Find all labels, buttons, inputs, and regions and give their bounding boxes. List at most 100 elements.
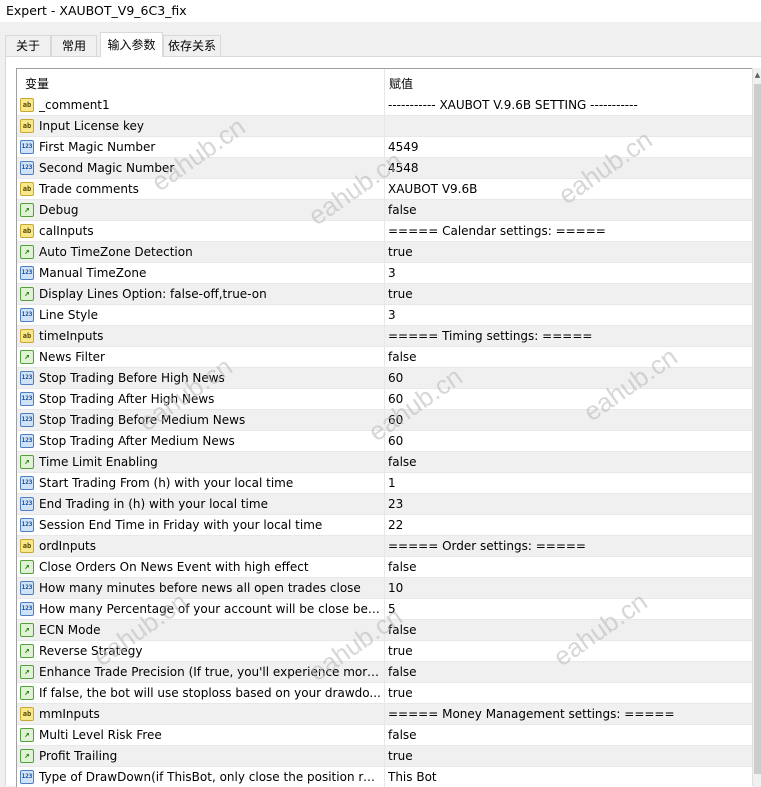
variable-name: Line Style (39, 308, 98, 322)
table-row[interactable]: 123 Stop Trading Before High News 60 (17, 368, 753, 389)
scroll-thumb[interactable] (754, 84, 761, 774)
table-row[interactable]: ↗ Multi Level Risk Free false (17, 725, 753, 746)
cell-divider (384, 137, 385, 158)
table-row[interactable]: ↗ Enhance Trade Precision (If true, you'l… (17, 662, 753, 683)
variable-value[interactable]: false (388, 203, 748, 217)
table-row[interactable]: 123 End Trading in (h) with your local ti… (17, 494, 753, 515)
variable-value[interactable]: 4549 (388, 140, 748, 154)
variable-value[interactable]: ----------- XAUBOT V.9.6B SETTING ------… (388, 98, 748, 112)
table-row[interactable]: ab _comment1 ----------- XAUBOT V.9.6B SET… (17, 95, 753, 116)
variable-name: ordInputs (39, 539, 97, 553)
table-row[interactable]: ↗ ECN Mode false (17, 620, 753, 641)
column-divider[interactable] (384, 69, 385, 95)
table-row[interactable]: ↗ If false, the bot will use stoploss bas… (17, 683, 753, 704)
variable-value[interactable]: 60 (388, 413, 748, 427)
variable-value[interactable]: 5 (388, 602, 748, 616)
variable-value[interactable]: 4548 (388, 161, 748, 175)
variable-value[interactable]: 60 (388, 434, 748, 448)
cell-divider (384, 704, 385, 725)
cell-divider (384, 95, 385, 116)
variable-value[interactable]: true (388, 686, 748, 700)
variable-name: First Magic Number (39, 140, 156, 154)
tab-bar: 关于 常用 输入参数 依存关系 (0, 32, 761, 57)
table-row[interactable]: ↗ Display Lines Option: false-off,true-on… (17, 284, 753, 305)
variable-value[interactable]: XAUBOT V9.6B (388, 182, 748, 196)
window-titlebar: Expert - XAUBOT_V9_6C3_fix (0, 0, 761, 22)
variable-value[interactable]: 60 (388, 392, 748, 406)
bool-type-icon: ↗ (20, 665, 34, 679)
table-row[interactable]: 123 Type of DrawDown(if ThisBot, only clo… (17, 767, 753, 787)
variable-value[interactable]: 10 (388, 581, 748, 595)
table-row[interactable]: ab Input License key (17, 116, 753, 137)
table-row[interactable]: 123 Stop Trading Before Medium News 60 (17, 410, 753, 431)
table-row[interactable]: ↗ Auto TimeZone Detection true (17, 242, 753, 263)
table-row[interactable]: 123 Stop Trading After Medium News 60 (17, 431, 753, 452)
vertical-scrollbar[interactable]: ▲ (752, 68, 761, 786)
variable-value[interactable]: This Bot (388, 770, 748, 784)
variable-value[interactable]: false (388, 665, 748, 679)
variable-value[interactable]: 60 (388, 371, 748, 385)
string-type-icon: ab (20, 329, 34, 343)
table-row[interactable]: ab Trade comments XAUBOT V9.6B (17, 179, 753, 200)
table-row[interactable]: ↗ Debug false (17, 200, 753, 221)
table-row[interactable]: 123 Line Style 3 (17, 305, 753, 326)
variable-value[interactable]: false (388, 350, 748, 364)
table-row[interactable]: 123 Session End Time in Friday with your … (17, 515, 753, 536)
table-row[interactable]: ab timeInputs ===== Timing settings: ===== (17, 326, 753, 347)
variable-value[interactable]: ===== Timing settings: ===== (388, 329, 748, 343)
variable-value[interactable]: false (388, 623, 748, 637)
table-row[interactable]: 123 Start Trading From (h) with your loca… (17, 473, 753, 494)
variable-value[interactable]: ===== Calendar settings: ===== (388, 224, 748, 238)
variable-value[interactable]: true (388, 749, 748, 763)
table-row[interactable]: ab calInputs ===== Calendar settings: ====… (17, 221, 753, 242)
variable-name: Stop Trading Before Medium News (39, 413, 246, 427)
cell-divider (384, 284, 385, 305)
variable-value[interactable]: 3 (388, 266, 748, 280)
number-type-icon: 123 (20, 140, 34, 154)
table-row[interactable]: ab ordInputs ===== Order settings: ===== (17, 536, 753, 557)
cell-divider (384, 494, 385, 515)
tab-inputs[interactable]: 输入参数 (100, 32, 163, 57)
table-row[interactable]: 123 Stop Trading After High News 60 (17, 389, 753, 410)
variable-value[interactable]: true (388, 287, 748, 301)
column-header-value[interactable]: 赋值 (389, 75, 413, 92)
variable-name: Debug (39, 203, 79, 217)
variable-name: ECN Mode (39, 623, 101, 637)
number-type-icon: 123 (20, 476, 34, 490)
table-row[interactable]: ↗ News Filter false (17, 347, 753, 368)
table-row[interactable]: 123 Manual TimeZone 3 (17, 263, 753, 284)
table-row[interactable]: ↗ Time Limit Enabling false (17, 452, 753, 473)
variable-value[interactable]: 22 (388, 518, 748, 532)
variable-value[interactable]: ===== Order settings: ===== (388, 539, 748, 553)
tab-dependencies[interactable]: 依存关系 (163, 35, 221, 56)
variable-value[interactable]: true (388, 644, 748, 658)
variable-value[interactable]: false (388, 728, 748, 742)
scroll-up-arrow-icon[interactable]: ▲ (753, 68, 761, 82)
column-header-variable[interactable]: 变量 (25, 75, 49, 92)
number-type-icon: 123 (20, 371, 34, 385)
bool-type-icon: ↗ (20, 203, 34, 217)
variable-name: Enhance Trade Precision (If true, you'll… (39, 665, 381, 679)
variable-value[interactable]: false (388, 455, 748, 469)
variable-name: Auto TimeZone Detection (39, 245, 193, 259)
variable-name: How many minutes before news all open tr… (39, 581, 361, 595)
table-row[interactable]: ab mmInputs ===== Money Management setting… (17, 704, 753, 725)
string-type-icon: ab (20, 119, 34, 133)
table-row[interactable]: 123 How many Percentage of your account w… (17, 599, 753, 620)
table-row[interactable]: ↗ Profit Trailing true (17, 746, 753, 767)
tab-common[interactable]: 常用 (51, 35, 97, 56)
variable-value[interactable]: 23 (388, 497, 748, 511)
table-row[interactable]: 123 How many minutes before news all open… (17, 578, 753, 599)
number-type-icon: 123 (20, 392, 34, 406)
variable-value[interactable]: 1 (388, 476, 748, 490)
variable-value[interactable]: true (388, 245, 748, 259)
variable-value[interactable]: 3 (388, 308, 748, 322)
table-row[interactable]: ↗ Reverse Strategy true (17, 641, 753, 662)
table-row[interactable]: 123 Second Magic Number 4548 (17, 158, 753, 179)
variable-value[interactable]: false (388, 560, 748, 574)
table-row[interactable]: ↗ Close Orders On News Event with high ef… (17, 557, 753, 578)
cell-divider (384, 536, 385, 557)
tab-about[interactable]: 关于 (5, 35, 51, 56)
table-row[interactable]: 123 First Magic Number 4549 (17, 137, 753, 158)
variable-value[interactable]: ===== Money Management settings: ===== (388, 707, 748, 721)
